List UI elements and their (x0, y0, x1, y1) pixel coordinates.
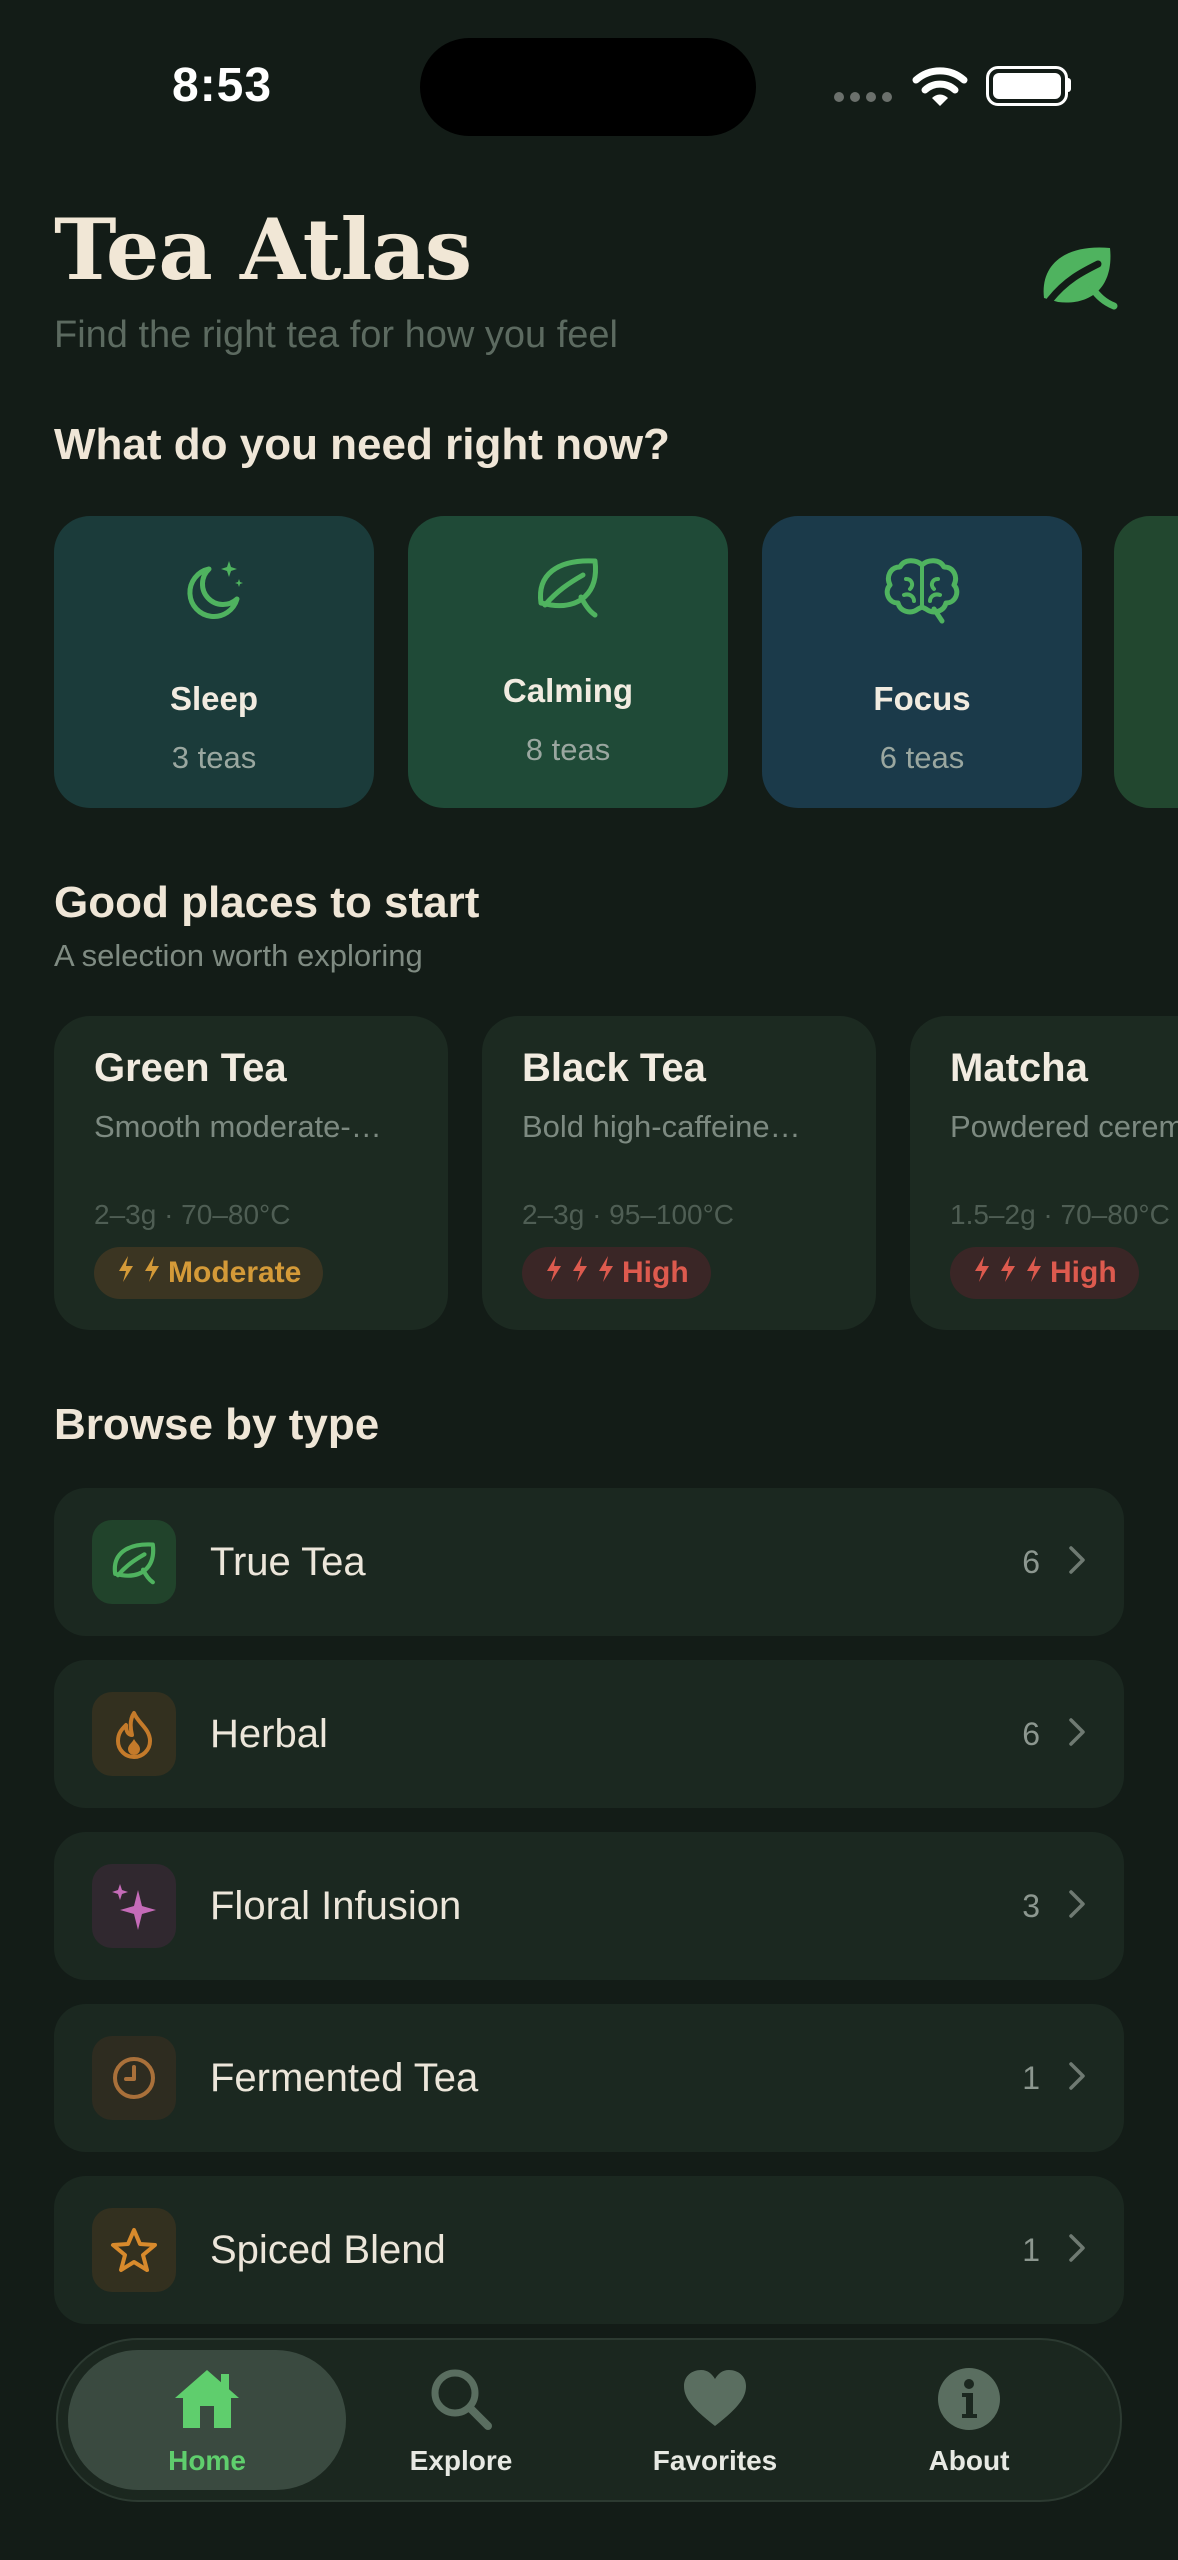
mood-count: 8 teas (525, 732, 611, 767)
tea-name: Matcha (950, 1046, 1088, 1090)
type-row-spiced-blend[interactable]: Spiced Blend 1 (54, 2176, 1124, 2324)
flame-icon (92, 1692, 176, 1776)
leaf-icon (528, 546, 608, 626)
tea-brew-info: 2–3g · 95–100°C (522, 1199, 735, 1230)
dynamic-island (420, 38, 756, 136)
brain-icon (882, 550, 962, 630)
bolt-icon (596, 1254, 616, 1292)
app-subtitle: Find the right tea for how you feel (54, 314, 618, 356)
start-subtitle: A selection worth exploring (54, 938, 423, 973)
tab-favorites[interactable]: Favorites (590, 2366, 840, 2477)
tab-home[interactable]: Home (82, 2366, 332, 2477)
caffeine-badge: Moderate (94, 1247, 324, 1299)
app-title: Tea Atlas (54, 200, 472, 299)
tab-label: About (928, 2445, 1010, 2476)
tea-card-green-tea[interactable]: Green Tea Smooth moderate-… 2–3g · 70–80… (54, 1016, 448, 1330)
moon-stars-icon (174, 550, 254, 630)
type-row-herbal[interactable]: Herbal 6 (54, 1660, 1124, 1808)
chevron-right-icon (1068, 1545, 1086, 1580)
type-count: 3 (1022, 1887, 1040, 1924)
leaf-icon (92, 1520, 176, 1604)
mood-card-focus[interactable]: Focus 6 teas (762, 516, 1082, 808)
tea-description: Bold high-caffeine… (522, 1109, 801, 1144)
clock-icon (92, 2036, 176, 2120)
info-icon (936, 2366, 1002, 2437)
chevron-right-icon (1068, 2233, 1086, 2268)
type-count: 1 (1022, 2231, 1040, 2268)
caffeine-label: Moderate (168, 1256, 302, 1289)
wifi-icon (912, 64, 968, 113)
type-label: Spiced Blend (210, 2227, 446, 2272)
type-label: Fermented Tea (210, 2055, 479, 2100)
chevron-right-icon (1068, 2061, 1086, 2096)
battery-icon (986, 66, 1068, 106)
mood-card-calming[interactable]: Calming 8 teas (408, 516, 728, 808)
chevron-right-icon (1068, 1889, 1086, 1924)
chevron-right-icon (1068, 1717, 1086, 1752)
tea-name: Black Tea (522, 1046, 706, 1090)
heart-icon (682, 2366, 748, 2437)
tab-about[interactable]: About (844, 2366, 1094, 2477)
type-row-floral-infusion[interactable]: Floral Infusion 3 (54, 1832, 1124, 1980)
tea-name: Green Tea (94, 1046, 287, 1090)
bolt-icon (1024, 1254, 1044, 1292)
cellular-signal-icon (834, 92, 892, 102)
caffeine-label: High (622, 1256, 689, 1289)
type-label: Floral Infusion (210, 1883, 462, 1928)
house-icon (171, 2366, 243, 2437)
tab-label: Favorites (652, 2445, 778, 2476)
caffeine-label: High (1050, 1256, 1117, 1289)
bolt-icon (570, 1254, 590, 1292)
magnifier-icon (428, 2366, 494, 2437)
type-label: True Tea (210, 1539, 366, 1584)
tea-brew-info: 2–3g · 70–80°C (94, 1199, 291, 1230)
mood-card-partial[interactable] (1114, 516, 1178, 808)
caffeine-badge: High (522, 1247, 711, 1299)
leaf-logo-icon (1036, 240, 1120, 317)
mood-count: 3 teas (171, 740, 257, 775)
type-count: 6 (1022, 1543, 1040, 1580)
type-row-true-tea[interactable]: True Tea 6 (54, 1488, 1124, 1636)
tea-card-matcha[interactable]: Matcha Powdered ceremonial 1.5–2g · 70–8… (910, 1016, 1178, 1330)
mood-label: Focus (873, 680, 971, 717)
status-time: 8:53 (172, 59, 273, 112)
star-icon (92, 2208, 176, 2292)
start-title: Good places to start (54, 878, 480, 927)
mood-label: Sleep (169, 680, 259, 717)
mood-count: 6 teas (879, 740, 965, 775)
tab-explore[interactable]: Explore (336, 2366, 586, 2477)
moods-title: What do you need right now? (54, 420, 670, 469)
sparkle-icon (92, 1864, 176, 1948)
tea-card-black-tea[interactable]: Black Tea Bold high-caffeine… 2–3g · 95–… (482, 1016, 876, 1330)
tab-label: Home (168, 2445, 246, 2476)
tea-brew-info: 1.5–2g · 70–80°C (950, 1199, 1170, 1230)
mood-label: Calming (502, 672, 634, 709)
tea-description: Smooth moderate-… (94, 1109, 382, 1144)
bolt-icon (116, 1254, 136, 1292)
type-row-fermented-tea[interactable]: Fermented Tea 1 (54, 2004, 1124, 2152)
type-count: 1 (1022, 2059, 1040, 2096)
bolt-icon (544, 1254, 564, 1292)
tab-label: Explore (409, 2445, 513, 2476)
type-count: 6 (1022, 1715, 1040, 1752)
bolt-icon (998, 1254, 1018, 1292)
bolt-icon (972, 1254, 992, 1292)
tea-description: Powdered ceremonial (950, 1109, 1178, 1144)
type-label: Herbal (210, 1711, 328, 1756)
mood-card-sleep[interactable]: Sleep 3 teas (54, 516, 374, 808)
bolt-icon (142, 1254, 162, 1292)
types-title: Browse by type (54, 1400, 380, 1449)
caffeine-badge: High (950, 1247, 1139, 1299)
